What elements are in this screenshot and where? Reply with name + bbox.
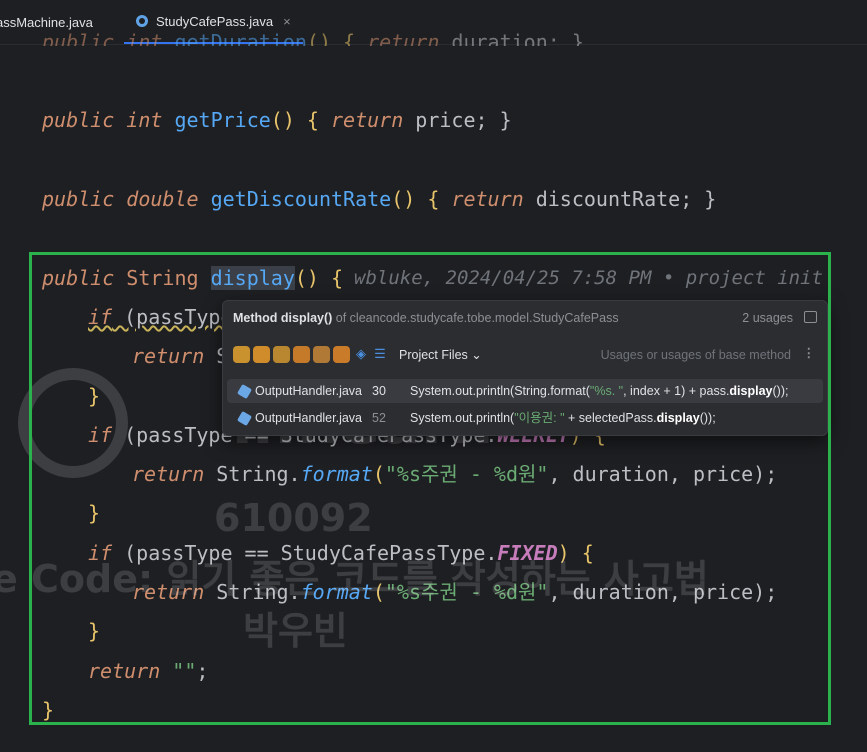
code-line-return-empty: return ""; <box>88 659 209 683</box>
group-by-module-icon[interactable] <box>253 345 270 363</box>
usage-row[interactable]: OutputHandler.java 52 System.out.println… <box>227 406 823 430</box>
usage-file: OutputHandler.java <box>255 384 363 398</box>
popup-header: Method display() of cleancode.studycafe.… <box>233 311 619 327</box>
java-file-icon <box>236 383 253 399</box>
code-line-get-price: public int getPrice() { return price; } <box>42 108 512 132</box>
method-name-display: display <box>210 266 295 290</box>
code-line-return-3: return String.format("%s주권 - %d원", durat… <box>132 580 778 604</box>
group-by-package-icon[interactable] <box>273 345 290 363</box>
code-brace-1: } <box>88 384 101 408</box>
open-in-window-icon[interactable] <box>804 311 817 323</box>
git-blame-annotation[interactable]: wbluke, 2024/04/25 7:58 PM • project ini… <box>354 260 823 296</box>
code-line-display-signature: public String display() { <box>42 266 344 290</box>
usage-line-number: 52 <box>372 411 386 425</box>
usage-file: OutputHandler.java <box>255 411 363 425</box>
code-line-get-discount-rate: public double getDiscountRate() { return… <box>42 187 717 211</box>
scope-dropdown[interactable]: Project Files ⌄ <box>399 347 482 362</box>
usage-count: 2 usages <box>742 311 793 325</box>
popup-toolbar: ◈ ☰ Project Files ⌄ <box>233 343 482 365</box>
group-by-file-icon[interactable] <box>293 345 310 363</box>
preview-icon[interactable]: ☰ <box>372 346 388 362</box>
usage-source: System.out.println(String.format("%s. ",… <box>410 384 789 398</box>
usage-row[interactable]: OutputHandler.java 30 System.out.println… <box>227 379 823 403</box>
code-line-return-2: return String.format("%s주권 - %d원", durat… <box>132 462 778 486</box>
code-line-if-1: if (passType <box>88 305 233 329</box>
popup-title: Method display() <box>233 311 333 325</box>
java-file-icon <box>236 410 253 426</box>
code-brace-3: } <box>88 619 101 643</box>
popup-subtitle: of cleancode.studycafe.tobe.model.StudyC… <box>332 311 619 325</box>
code-line-if-3: if (passType == StudyCafePassType.FIXED)… <box>88 541 594 565</box>
code-brace-2: } <box>88 501 101 525</box>
watermark-id: 610092 <box>214 496 373 540</box>
autoscroll-icon[interactable]: ◈ <box>353 346 369 362</box>
code-line-return-1: return S <box>132 344 229 368</box>
code-brace-method-end: } <box>42 698 55 722</box>
usages-filter-label: Usages or usages of base method <box>600 348 791 362</box>
more-options-icon[interactable]: ⋮ <box>803 345 816 360</box>
group-by-type-icon[interactable] <box>233 345 250 363</box>
usage-line-number: 30 <box>372 384 386 398</box>
usages-popup[interactable]: Method display() of cleancode.studycafe.… <box>222 300 828 436</box>
filter-write-icon[interactable] <box>313 345 330 363</box>
filter-import-icon[interactable] <box>333 345 350 363</box>
code-line-get-duration: public int getDuration() { return durati… <box>42 30 584 46</box>
usage-source: System.out.println("이용권: " + selectedPas… <box>410 411 716 425</box>
